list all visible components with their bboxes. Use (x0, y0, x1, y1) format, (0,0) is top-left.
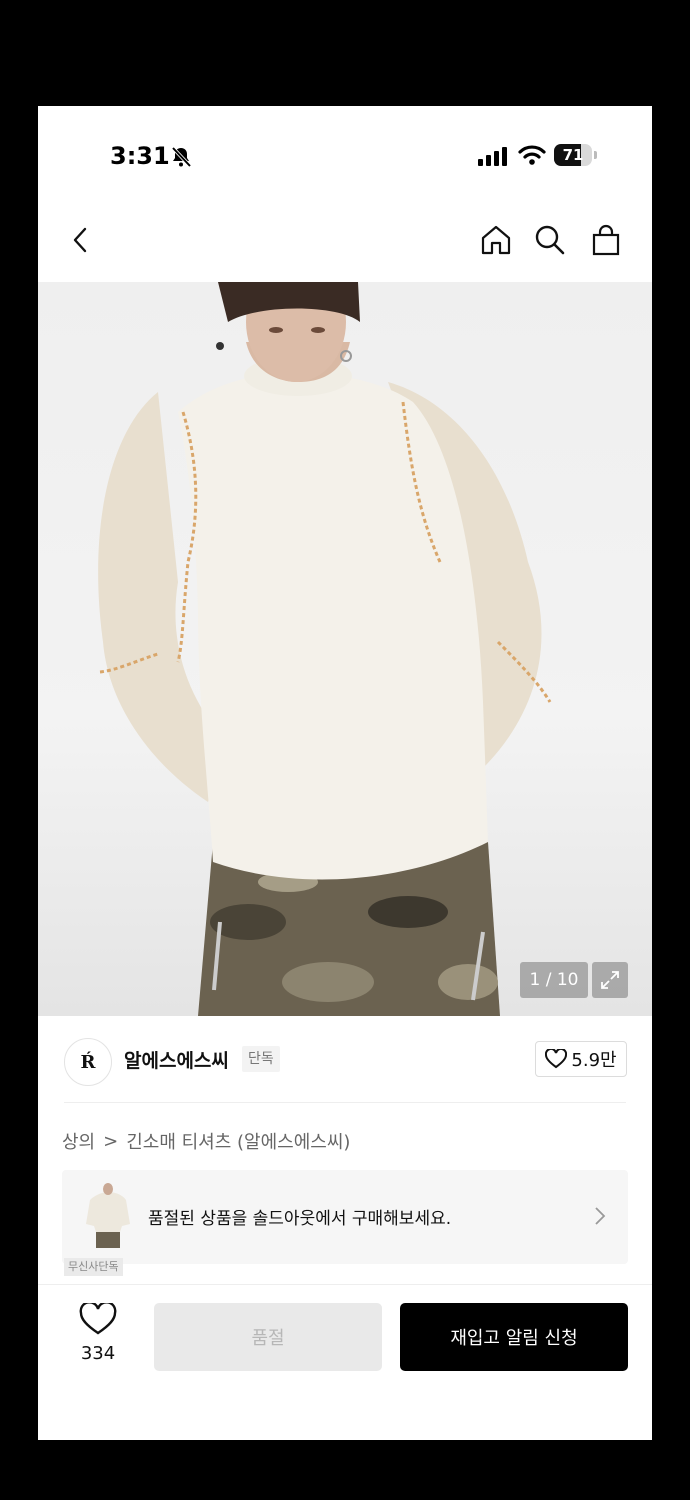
home-button[interactable] (478, 222, 514, 258)
exclusive-tag: 무신사단독 (64, 1258, 123, 1276)
chevron-right-icon (595, 1207, 606, 1225)
battery-indicator: 71 (554, 144, 597, 166)
wish-count: 334 (80, 1343, 116, 1364)
back-button[interactable] (62, 222, 98, 258)
brand-logo-text: Ŕ (80, 1051, 96, 1073)
expand-image-button[interactable] (592, 962, 628, 998)
shopping-bag-button[interactable] (588, 222, 624, 258)
chevron-left-icon (73, 227, 87, 253)
product-photo (98, 282, 552, 1016)
search-icon (535, 225, 565, 255)
signal-icon (478, 147, 507, 166)
expand-icon (601, 971, 619, 989)
bottom-action-bar: 334 품절 재입고 알림 신청 (38, 1284, 652, 1440)
heart-icon (545, 1049, 568, 1069)
wifi-icon (518, 145, 546, 165)
bag-icon (592, 224, 620, 256)
soldout-banner[interactable]: 품절된 상품을 솔드아웃에서 구매해보세요. (62, 1170, 628, 1264)
breadcrumb-separator: > (103, 1130, 119, 1152)
breadcrumb-category[interactable]: 상의 (62, 1128, 95, 1154)
breadcrumb: 상의 > 긴소매 티셔츠 (알에스에스씨) (62, 1128, 350, 1154)
breadcrumb-subcategory[interactable]: 긴소매 티셔츠 (알에스에스씨) (126, 1128, 350, 1154)
product-image[interactable] (38, 282, 652, 1016)
status-time: 3:31 (110, 142, 170, 170)
brand-like-button[interactable]: 5.9만 (535, 1041, 627, 1077)
brand-logo[interactable]: Ŕ (64, 1038, 112, 1086)
brand-like-count: 5.9만 (571, 1050, 617, 1071)
search-button[interactable] (532, 222, 568, 258)
exclusive-badge: 단독 (242, 1046, 280, 1072)
divider (64, 1102, 626, 1103)
restock-alert-button[interactable]: 재입고 알림 신청 (400, 1303, 628, 1371)
bell-slash-icon (171, 146, 192, 168)
soldout-button: 품절 (154, 1303, 382, 1371)
banner-thumbnail (82, 1182, 134, 1248)
banner-text: 품절된 상품을 솔드아웃에서 구매해보세요. (148, 1209, 452, 1229)
brand-name[interactable]: 알에스에스씨 (124, 1046, 229, 1073)
screen: 3:31 71 1 / 10 Ŕ 알에스에스씨 단독 5.9만 상의 > 긴소… (38, 106, 652, 1440)
wish-heart-icon[interactable] (78, 1303, 118, 1337)
battery-percent: 71 (562, 146, 584, 164)
image-counter: 1 / 10 (520, 962, 588, 998)
home-icon (481, 225, 511, 255)
